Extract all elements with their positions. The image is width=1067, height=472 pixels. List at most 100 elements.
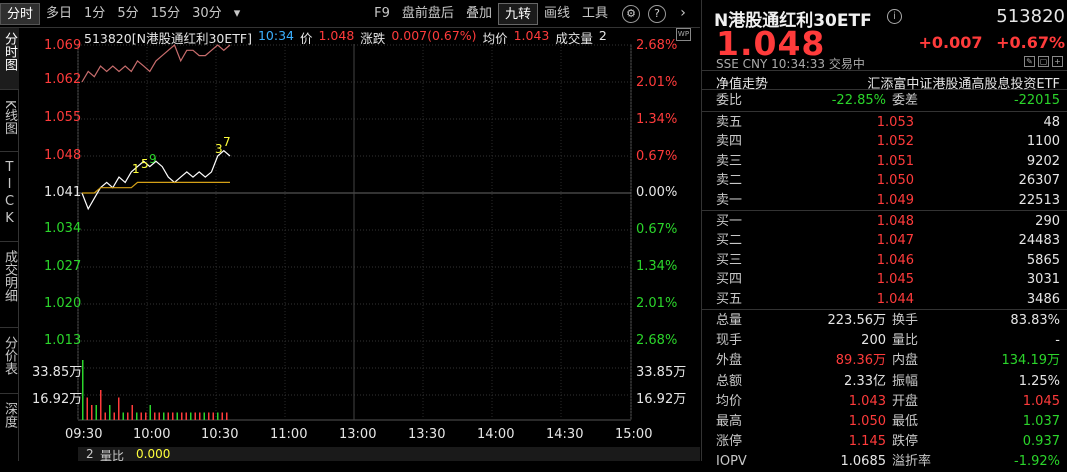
bid-row[interactable]: 买二 1.047 24483	[702, 231, 1067, 251]
stat-label-2: 振幅	[892, 373, 919, 389]
vol-right-1: 16.92万	[636, 392, 687, 407]
stat-value-1: 89.36万	[835, 353, 886, 369]
vtab-intraday[interactable]: 分时图	[0, 28, 19, 90]
vertical-tabs: 分时图 K线图 TICK 成交明细 分价表 深度	[0, 28, 19, 461]
info-icon[interactable]: i	[887, 9, 902, 24]
tab-1min[interactable]: 1分	[78, 3, 111, 25]
weibi-row: 委比 -22.85% 委差 -22015	[702, 91, 1067, 111]
add-icon[interactable]: +	[1052, 56, 1063, 67]
y-left-8: 1.013	[44, 333, 82, 348]
vtab-trade-detail[interactable]: 成交明细	[0, 242, 19, 328]
ask-row[interactable]: 卖四 1.052 1100	[702, 132, 1067, 152]
x-label-1330: 13:30	[408, 427, 446, 442]
stat-row[interactable]: 总额 2.33亿 振幅 1.25%	[702, 372, 1067, 392]
period-dropdown[interactable]: ▾	[228, 3, 247, 25]
ask-volume: 26307	[1018, 173, 1060, 189]
help-icon[interactable]: ?	[648, 5, 666, 23]
stat-row[interactable]: 涨停 1.145 跌停 0.937	[702, 432, 1067, 452]
volume-bar	[158, 412, 160, 420]
vtab-depth[interactable]: 深度	[0, 394, 19, 434]
f9-button[interactable]: F9	[368, 3, 396, 25]
fund-nav-link[interactable]: 净值走势	[716, 73, 768, 92]
stat-row[interactable]: IOPV 1.0685 溢折率 -1.92%	[702, 452, 1067, 472]
bid-row[interactable]: 买三 1.046 5865	[702, 251, 1067, 271]
marker-7: 7	[223, 135, 231, 149]
premarket-button[interactable]: 盘前盘后	[396, 3, 460, 25]
stat-value-2: 0.937	[1022, 434, 1060, 450]
bid-row[interactable]: 买一 1.048 290	[702, 212, 1067, 232]
bid-row[interactable]: 买四 1.045 3031	[702, 270, 1067, 290]
vtab-price-table[interactable]: 分价表	[0, 328, 19, 394]
stat-row[interactable]: 现手 200 量比 -	[702, 331, 1067, 351]
stat-label-1: 总量	[716, 313, 743, 328]
bid-row[interactable]: 买五 1.044 3486	[702, 290, 1067, 310]
bid-label: 买三	[716, 252, 743, 268]
stat-value-2: -1.92%	[1014, 454, 1060, 470]
volume-bar	[208, 412, 210, 420]
tools-button[interactable]: 工具	[576, 3, 614, 25]
y-left-1: 1.062	[44, 72, 82, 87]
y-right-6: 1.34%	[636, 259, 678, 274]
volume-bar	[118, 397, 120, 420]
tab-intraday[interactable]: 分时	[0, 2, 41, 25]
x-label-1300: 13:00	[339, 427, 377, 442]
ask-label: 卖二	[716, 173, 743, 189]
ask-row[interactable]: 卖一 1.049 22513	[702, 191, 1067, 211]
y-right-0: 2.68%	[636, 38, 678, 53]
ask-row[interactable]: 卖二 1.050 26307	[702, 171, 1067, 191]
stat-row[interactable]: 最高 1.050 最低 1.037	[702, 412, 1067, 432]
stat-label-2: 内盘	[892, 353, 919, 369]
stat-label-2: 量比	[892, 333, 919, 349]
tab-15min[interactable]: 15分	[145, 3, 187, 25]
marker-9: 9	[149, 152, 157, 166]
bid-volume: 24483	[1018, 233, 1060, 249]
price-change: +0.007 +0.67%	[918, 33, 1065, 52]
stat-value-1: 1.050	[848, 414, 886, 429]
bottom-indicator-bar: 2 量比 0.000	[78, 447, 700, 463]
volume-bar	[226, 412, 228, 420]
fund-full-name: 汇添富中证港股通高股息投资ETF	[867, 77, 1060, 92]
stat-row[interactable]: 总量 223.56万 换手 83.83%	[702, 311, 1067, 331]
volume-bar	[95, 405, 97, 420]
quote-panel: N港股通红利30ETF i 513820 1.048 +0.007 +0.67%…	[701, 0, 1067, 469]
tab-30min[interactable]: 30分	[186, 3, 228, 25]
ask-row[interactable]: 卖三 1.051 9202	[702, 152, 1067, 172]
meta-icons: ✎ ▢ +	[1024, 56, 1063, 67]
fund-row[interactable]: 净值走势 汇添富中证港股通高股息投资ETF	[702, 70, 1067, 92]
tab-multiday[interactable]: 多日	[40, 3, 78, 25]
volume-bar	[194, 412, 196, 420]
draw-line-button[interactable]: 画线	[538, 3, 576, 25]
vol-left-0: 33.85万	[32, 365, 83, 380]
stat-row[interactable]: 均价 1.043 开盘 1.045	[702, 392, 1067, 412]
ask-row[interactable]: 卖五 1.053 48	[702, 113, 1067, 133]
overlay-button[interactable]: 叠加	[460, 3, 498, 25]
stat-label-2: 溢折率	[892, 454, 932, 470]
ask-label: 卖一	[716, 192, 743, 208]
nine-turn-button[interactable]: 九转	[497, 3, 538, 25]
x-label-1030: 10:30	[201, 427, 239, 442]
volume-bar	[109, 405, 111, 420]
stat-label-1: 均价	[716, 393, 743, 409]
tab-5min[interactable]: 5分	[111, 3, 144, 25]
vtab-intraday-label: 分时图	[2, 32, 17, 71]
bid-volume: 290	[1035, 214, 1060, 229]
stat-value-2: 83.83%	[1010, 313, 1060, 328]
ask-volume: 22513	[1018, 192, 1060, 208]
volume-bar	[167, 412, 169, 420]
window-icon[interactable]: ▢	[1038, 56, 1049, 67]
stat-value-2: -	[1055, 333, 1060, 349]
weicha-label: 委差	[892, 93, 919, 108]
edit-icon[interactable]: ✎	[1024, 56, 1035, 67]
vtab-tick[interactable]: TICK	[0, 152, 19, 242]
stat-row[interactable]: 外盘 89.36万 内盘 134.19万	[702, 351, 1067, 371]
vtab-kline[interactable]: K线图	[0, 90, 19, 152]
volume-bar	[127, 412, 129, 420]
y-left-3: 1.048	[44, 148, 82, 163]
chevron-right-icon[interactable]: ›	[674, 5, 692, 23]
intraday-chart[interactable]: 513820[N港股通红利30ETF] 10:34 价 1.048 涨跌 0.0…	[20, 28, 700, 463]
stat-value-1: 223.56万	[827, 313, 887, 328]
overlay-line	[81, 43, 231, 83]
weibi-label: 委比	[716, 93, 743, 108]
vtab-trade-detail-label: 成交明细	[2, 250, 17, 302]
gear-icon[interactable]: ⚙	[622, 5, 640, 23]
